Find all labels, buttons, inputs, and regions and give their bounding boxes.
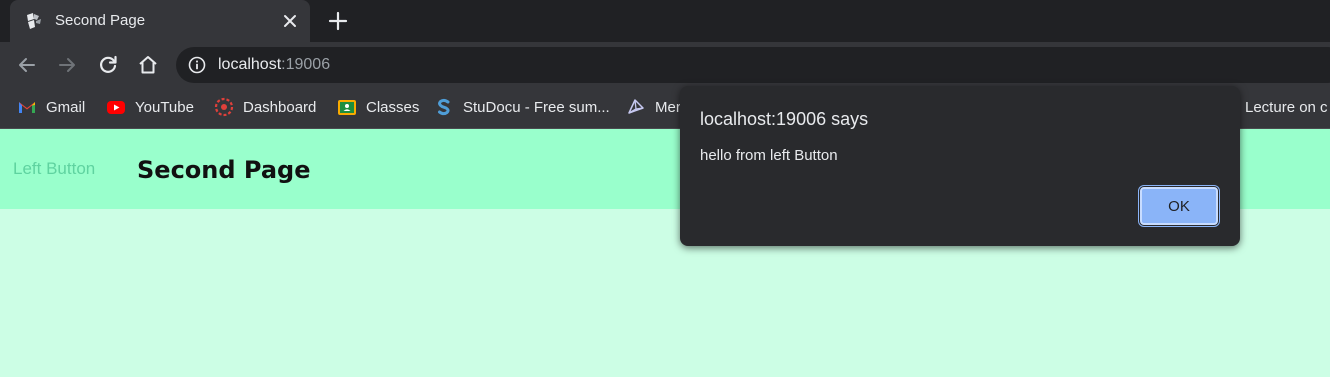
alert-title: localhost:19006 says [700,109,869,129]
bookmark-studocu[interactable]: StuDocu - Free sum... [434,96,610,118]
left-button[interactable]: Left Button [13,159,95,179]
expo-favicon-icon [27,13,41,29]
close-tab-icon[interactable] [280,11,300,31]
browser-tab[interactable]: Second Page [10,0,310,42]
reload-icon[interactable] [96,53,120,77]
page-title: Second Page [137,156,311,184]
dashboard-icon [214,97,234,117]
bookmark-mer[interactable]: Mer [626,96,681,118]
bookmark-gmail[interactable]: Gmail [17,96,85,118]
bookmark-label: Gmail [46,98,86,116]
tab-strip: Second Page [0,0,1330,42]
bookmark-youtube[interactable]: YouTube [106,96,194,118]
bookmark-classes[interactable]: Classes [337,96,419,118]
bookmark-dashboard[interactable]: Dashboard [214,96,316,118]
back-arrow-icon[interactable] [15,53,39,77]
new-tab-icon[interactable] [327,10,349,32]
bookmark-icon [628,99,644,114]
bookmark-lecture[interactable]: Lecture on c [1245,96,1328,118]
classroom-icon [338,100,356,115]
alert-dialog: localhost:19006 says hello from left But… [680,86,1240,246]
url-text: localhost:19006 [218,56,330,74]
bookmark-label: YouTube [135,98,194,116]
studocu-icon [438,98,450,116]
address-bar[interactable]: localhost:19006 [176,47,1330,83]
bookmark-label: Classes [366,98,420,116]
url-host: localhost [218,56,282,73]
gmail-icon [19,102,35,113]
site-info-icon[interactable] [188,56,206,74]
bookmark-label: StuDocu - Free sum... [463,98,610,116]
bookmark-label: Dashboard [243,98,317,116]
browser-toolbar: localhost:19006 [0,42,1330,88]
bookmark-label: Mer [655,98,681,116]
tab-title: Second Page [55,12,146,29]
alert-message: hello from left Button [700,147,838,164]
bookmark-label: Lecture on c [1245,98,1328,116]
url-port: :19006 [281,56,331,73]
home-icon[interactable] [136,53,160,77]
ok-button[interactable]: OK [1138,185,1220,227]
forward-arrow-icon[interactable] [55,53,79,77]
youtube-icon [107,101,125,114]
